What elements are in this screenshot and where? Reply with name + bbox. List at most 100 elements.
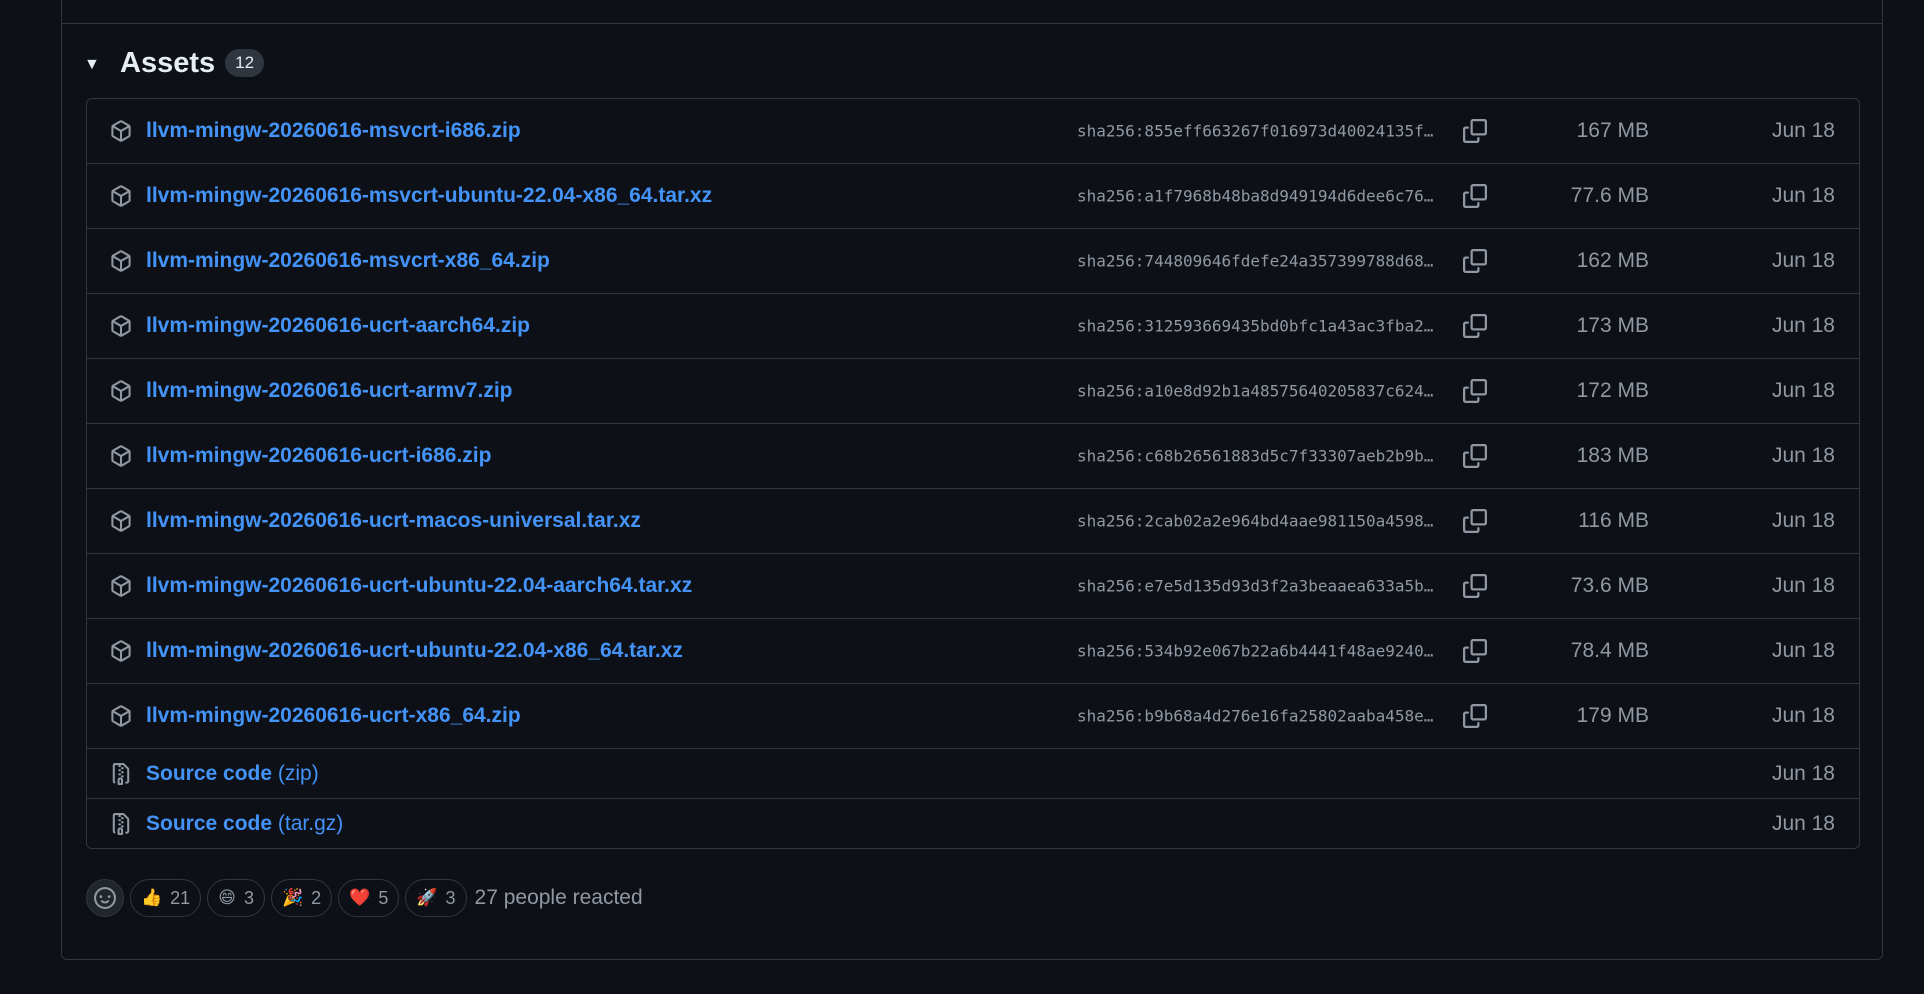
section-divider <box>62 23 1882 24</box>
asset-size: 162 MB <box>1576 249 1649 272</box>
asset-download-link[interactable]: llvm-mingw-20260616-msvcrt-x86_64.zip <box>146 249 550 273</box>
reaction-count: 21 <box>170 887 191 908</box>
asset-row: llvm-mingw-20260616-msvcrt-ubuntu-22.04-… <box>87 163 1859 228</box>
copy-icon[interactable] <box>1461 507 1489 535</box>
copy-icon[interactable] <box>1461 442 1489 470</box>
source-format: (tar.gz) <box>277 811 344 835</box>
asset-download-link[interactable]: llvm-mingw-20260616-msvcrt-i686.zip <box>146 119 521 143</box>
asset-size: 77.6 MB <box>1570 184 1649 207</box>
copy-icon[interactable] <box>1461 247 1489 275</box>
reaction-hooray[interactable]: 🎉 2 <box>270 879 333 917</box>
asset-sha256: sha256:e7e5d135d93d3f2a3beaaea633a5b… <box>1077 576 1434 596</box>
asset-date: Jun 18 <box>1771 509 1835 532</box>
assets-title: Assets <box>120 46 216 79</box>
copy-icon[interactable] <box>1461 637 1489 665</box>
copy-icon[interactable] <box>1461 572 1489 600</box>
package-icon <box>111 510 131 532</box>
package-icon <box>111 315 131 337</box>
asset-sha256: sha256:c68b26561883d5c7f33307aeb2b9b… <box>1077 446 1434 466</box>
copy-icon[interactable] <box>1461 117 1489 145</box>
source-format: (zip) <box>277 761 319 785</box>
source-row: Source code (tar.gz) Jun 18 <box>87 798 1859 848</box>
asset-size: 167 MB <box>1576 119 1649 142</box>
reaction-laugh[interactable]: 😄 3 <box>207 879 265 917</box>
asset-sha256: sha256:855eff663267f016973d40024135f… <box>1077 121 1434 141</box>
source-code-zip-link[interactable]: Source code (zip) <box>146 762 319 786</box>
copy-icon[interactable] <box>1461 702 1489 730</box>
asset-download-link[interactable]: llvm-mingw-20260616-ucrt-ubuntu-22.04-x8… <box>146 639 683 663</box>
package-icon <box>111 120 131 142</box>
asset-list: llvm-mingw-20260616-msvcrt-i686.zip sha2… <box>86 98 1860 849</box>
add-reaction-button[interactable] <box>86 879 124 917</box>
asset-date: Jun 18 <box>1771 444 1835 467</box>
asset-row: llvm-mingw-20260616-msvcrt-x86_64.zip sh… <box>87 228 1859 293</box>
asset-date: Jun 18 <box>1771 119 1835 142</box>
asset-row: llvm-mingw-20260616-ucrt-x86_64.zip sha2… <box>87 683 1859 748</box>
asset-download-link[interactable]: llvm-mingw-20260616-ucrt-ubuntu-22.04-aa… <box>146 574 692 598</box>
asset-size: 116 MB <box>1578 509 1649 532</box>
asset-sha256: sha256:a10e8d92b1a48575640205837c624… <box>1077 381 1434 401</box>
asset-date: Jun 18 <box>1771 704 1835 727</box>
asset-size: 179 MB <box>1576 704 1649 727</box>
asset-download-link[interactable]: llvm-mingw-20260616-msvcrt-ubuntu-22.04-… <box>146 184 712 208</box>
package-icon <box>111 380 131 402</box>
asset-row: llvm-mingw-20260616-ucrt-aarch64.zip sha… <box>87 293 1859 358</box>
caret-down-icon[interactable]: ▼ <box>84 56 102 74</box>
assets-header[interactable]: ▼ Assets 12 <box>84 46 265 79</box>
source-code-label: Source code <box>146 811 273 835</box>
asset-download-link[interactable]: llvm-mingw-20260616-ucrt-macos-universal… <box>146 509 641 533</box>
copy-icon[interactable] <box>1461 312 1489 340</box>
asset-download-link[interactable]: llvm-mingw-20260616-ucrt-x86_64.zip <box>146 704 521 728</box>
asset-size: 73.6 MB <box>1570 574 1649 597</box>
asset-size: 172 MB <box>1576 379 1649 402</box>
asset-date: Jun 18 <box>1771 761 1835 785</box>
reaction-summary[interactable]: 27 people reacted <box>475 886 643 910</box>
asset-date: Jun 18 <box>1771 574 1835 597</box>
asset-sha256: sha256:312593669435bd0bfc1a43ac3fba2… <box>1077 316 1434 336</box>
reaction-count: 3 <box>445 887 456 908</box>
asset-row: llvm-mingw-20260616-msvcrt-i686.zip sha2… <box>87 99 1859 163</box>
reaction-count: 3 <box>243 887 254 908</box>
asset-row: llvm-mingw-20260616-ucrt-ubuntu-22.04-x8… <box>87 618 1859 683</box>
asset-row: llvm-mingw-20260616-ucrt-i686.zip sha256… <box>87 423 1859 488</box>
asset-size: 78.4 MB <box>1570 639 1649 662</box>
asset-sha256: sha256:744809646fdefe24a357399788d68… <box>1077 251 1434 271</box>
package-icon <box>111 640 131 662</box>
asset-date: Jun 18 <box>1771 314 1835 337</box>
asset-sha256: sha256:a1f7968b48ba8d949194d6dee6c76… <box>1077 186 1434 206</box>
file-zip-icon <box>112 762 130 785</box>
asset-download-link[interactable]: llvm-mingw-20260616-ucrt-i686.zip <box>146 444 491 468</box>
asset-size: 173 MB <box>1576 314 1649 337</box>
smiley-icon <box>94 887 116 909</box>
package-icon <box>111 250 131 272</box>
package-icon <box>111 445 131 467</box>
asset-date: Jun 18 <box>1771 184 1835 207</box>
package-icon <box>111 575 131 597</box>
file-zip-icon <box>112 812 130 835</box>
source-row: Source code (zip) Jun 18 <box>87 748 1859 798</box>
asset-date: Jun 18 <box>1771 639 1835 662</box>
reaction-thumbs-up[interactable]: 👍 21 <box>130 879 202 917</box>
reaction-count: 2 <box>311 887 322 908</box>
asset-date: Jun 18 <box>1771 379 1835 402</box>
asset-row: llvm-mingw-20260616-ucrt-armv7.zip sha25… <box>87 358 1859 423</box>
asset-row: llvm-mingw-20260616-ucrt-macos-universal… <box>87 488 1859 553</box>
asset-size: 183 MB <box>1576 444 1649 467</box>
source-code-targz-link[interactable]: Source code (tar.gz) <box>146 812 343 836</box>
asset-download-link[interactable]: llvm-mingw-20260616-ucrt-aarch64.zip <box>146 314 530 338</box>
reaction-count: 5 <box>378 887 389 908</box>
assets-count-badge: 12 <box>225 49 265 77</box>
asset-download-link[interactable]: llvm-mingw-20260616-ucrt-armv7.zip <box>146 379 512 403</box>
reaction-rocket[interactable]: 🚀 3 <box>405 879 467 917</box>
package-icon <box>111 185 131 207</box>
release-card: ▼ Assets 12 llvm-mingw-20260616-msvcrt-i… <box>61 0 1883 960</box>
source-code-label: Source code <box>146 761 273 785</box>
package-icon <box>111 705 131 727</box>
asset-date: Jun 18 <box>1771 811 1835 835</box>
reaction-heart[interactable]: ❤️ 5 <box>338 879 400 917</box>
asset-sha256: sha256:2cab02a2e964bd4aae981150a4598… <box>1077 511 1434 531</box>
asset-sha256: sha256:b9b68a4d276e16fa25802aaba458e… <box>1077 706 1434 726</box>
copy-icon[interactable] <box>1461 182 1489 210</box>
copy-icon[interactable] <box>1461 377 1489 405</box>
asset-row: llvm-mingw-20260616-ucrt-ubuntu-22.04-aa… <box>87 553 1859 618</box>
